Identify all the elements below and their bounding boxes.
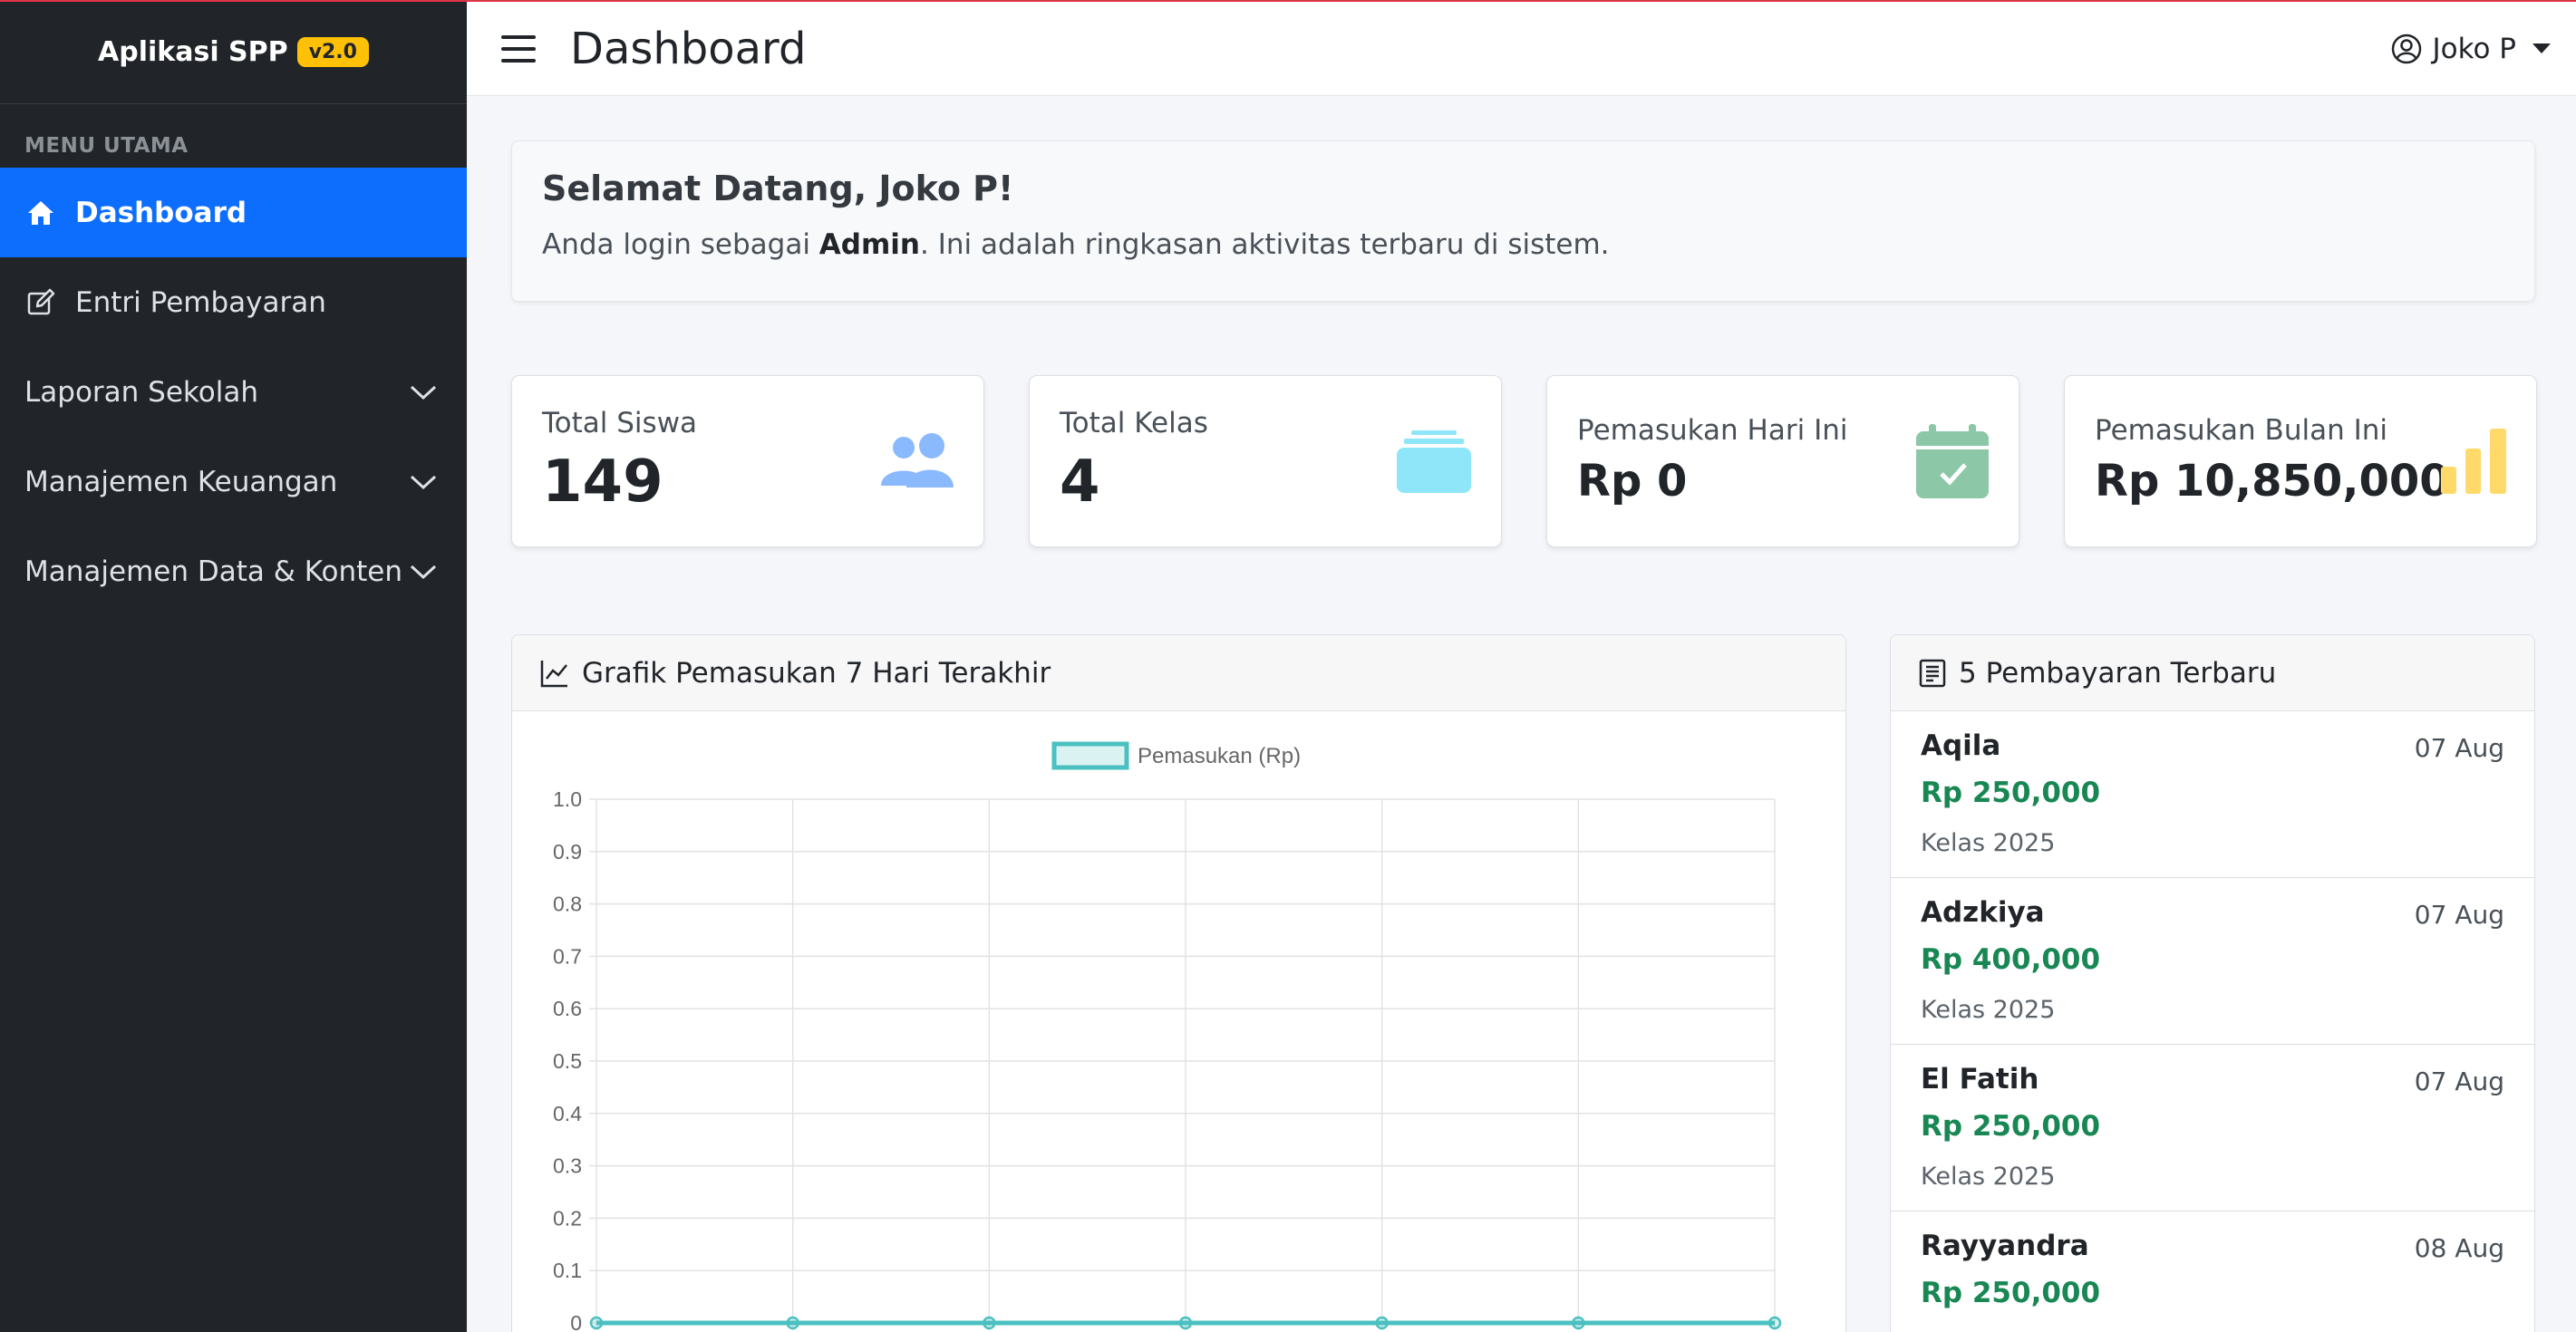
y-tick-label: 0 [570,1311,582,1332]
payer-class: Kelas 2025 [1921,829,2056,857]
recent-panel-header: 5 Pembayaran Terbaru [1891,635,2534,711]
data-point [1178,1316,1193,1330]
payer-class: Kelas 2025 [1921,996,2056,1024]
stat-value: Rp 0 [1577,456,1688,507]
line-chart-icon [540,660,567,687]
sidebar-item-entri-pembayaran[interactable]: Entri Pembayaran [0,257,467,347]
welcome-text: Anda login sebagai Admin. Ini adalah rin… [542,228,1610,261]
users-icon [881,433,954,487]
income-line-chart: 1.0 0.9 0.8 0.7 0.6 0.5 0.4 0.3 0.2 0.1 0 Pemasukan… [553,741,1782,1332]
welcome-card: Selamat Datang, Joko P! Anda login sebag… [511,140,2535,302]
chart-panel-title: Grafik Pemasukan 7 Hari Terakhir [582,656,1051,690]
chevron-down-icon [410,565,437,579]
y-tick-label: 0.7 [553,944,582,968]
payment-date: 07 Aug [2414,733,2504,763]
y-tick-label: 0.5 [553,1049,582,1073]
payment-date: 07 Aug [2414,1067,2504,1096]
stat-card-total-kelas: Total Kelas 4 [1029,375,1502,547]
sidebar-item-label: Manajemen Keuangan [24,465,338,498]
stat-label: Pemasukan Bulan Ini [2095,414,2387,447]
recent-panel-title: 5 Pembayaran Terbaru [1959,656,2277,690]
sidebar-item-manajemen-data-konten[interactable]: Manajemen Data & Konten [0,526,467,616]
sidebar-item-manajemen-keuangan[interactable]: Manajemen Keuangan [0,437,467,526]
payment-amount: Rp 250,000 [1921,777,2101,809]
user-role: Admin [818,228,920,261]
payer-name: Aqila [1921,729,2001,762]
legend-swatch [1051,741,1129,770]
app-title: Aplikasi SPP [98,35,288,68]
payment-amount: Rp 400,000 [1921,943,2101,976]
y-tick-label: 0.6 [553,997,582,1020]
data-point [983,1316,996,1330]
stat-card-pemasukan-hari-ini: Pemasukan Hari Ini Rp 0 [1546,375,2019,547]
payment-date: 08 Aug [2414,1233,2504,1263]
data-point [1767,1316,1782,1330]
payment-amount: Rp 250,000 [1921,1110,2101,1143]
calendar-check-icon [1916,424,1989,498]
stat-value: Rp 10,850,000 [2095,456,2450,507]
data-point [786,1316,799,1330]
stat-card-total-siswa: Total Siswa 149 [511,375,984,547]
menu-heading: MENU UTAMA [24,134,189,158]
data-point [1572,1316,1585,1330]
y-tick-label: 0.2 [553,1206,582,1230]
layers-icon [1397,430,1471,493]
sidebar-item-label: Dashboard [75,196,247,229]
stat-label: Total Siswa [542,407,698,439]
receipt-icon [1919,659,1946,687]
stat-label: Pemasukan Hari Ini [1577,414,1848,447]
stat-value: 149 [542,449,663,516]
y-tick-label: 0.3 [553,1154,582,1178]
recent-payments-list: Aqila 07 Aug Rp 250,000 Kelas 2025 Adzki… [1891,711,2534,1332]
data-point [589,1316,604,1330]
user-circle-icon [2391,34,2421,63]
chevron-down-icon [410,385,437,400]
y-tick-label: 0.4 [553,1102,582,1125]
chart-panel-header: Grafik Pemasukan 7 Hari Terakhir [512,635,1845,711]
hamburger-menu-icon[interactable] [501,34,536,63]
data-point [1375,1316,1389,1330]
page-title: Dashboard [570,23,807,74]
payment-amount: Rp 250,000 [1921,1277,2101,1309]
sidebar-item-laporan-sekolah[interactable]: Laporan Sekolah [0,347,467,437]
y-tick-label: 1.0 [553,787,582,811]
welcome-title: Selamat Datang, Joko P! [542,169,1014,208]
stat-label: Total Kelas [1060,407,1208,439]
chart-panel: Grafik Pemasukan 7 Hari Terakhir 1.0 0.9 0… [511,634,1846,1332]
edit-icon [24,286,57,319]
sidebar-item-dashboard[interactable]: Dashboard [0,168,467,257]
caret-down-icon [2532,43,2551,53]
list-item[interactable]: El Fatih 07 Aug Rp 250,000 Kelas 2025 [1891,1045,2534,1211]
y-tick-label: 0.1 [553,1259,582,1282]
top-header: Dashboard Joko P [467,2,2576,96]
y-tick-label: 0.8 [553,893,582,916]
stat-card-pemasukan-bulan-ini: Pemasukan Bulan Ini Rp 10,850,000 [2064,375,2537,547]
sidebar-item-label: Manajemen Data & Konten [24,555,403,588]
y-tick-label: 0.9 [553,840,582,864]
recent-payments-panel: 5 Pembayaran Terbaru Aqila 07 Aug Rp 250… [1890,634,2535,1332]
stat-value: 4 [1060,449,1100,516]
payment-date: 07 Aug [2414,900,2504,930]
bar-chart-icon [2441,429,2506,494]
payer-name: Rayyandra [1921,1230,2089,1262]
user-name: Joko P [2432,32,2516,65]
sidebar-item-label: Laporan Sekolah [24,375,258,409]
sidebar: Aplikasi SPP v2.0 MENU UTAMA Dashboard E… [0,0,467,1332]
legend-label: Pemasukan (Rp) [1138,744,1301,768]
list-item[interactable]: Rayyandra 08 Aug Rp 250,000 [1891,1211,2534,1332]
list-item[interactable]: Adzkiya 07 Aug Rp 400,000 Kelas 2025 [1891,878,2534,1045]
payer-name: El Fatih [1921,1063,2039,1096]
payer-class: Kelas 2025 [1921,1163,2056,1191]
version-badge: v2.0 [296,36,369,67]
chevron-down-icon [410,475,437,489]
brand[interactable]: Aplikasi SPP v2.0 [0,0,467,104]
sidebar-item-label: Entri Pembayaran [75,285,326,319]
home-icon [24,197,57,229]
list-item[interactable]: Aqila 07 Aug Rp 250,000 Kelas 2025 [1891,711,2534,878]
payer-name: Adzkiya [1921,896,2045,929]
user-dropdown[interactable]: Joko P [2391,33,2551,65]
top-accent-line [0,0,2576,2]
